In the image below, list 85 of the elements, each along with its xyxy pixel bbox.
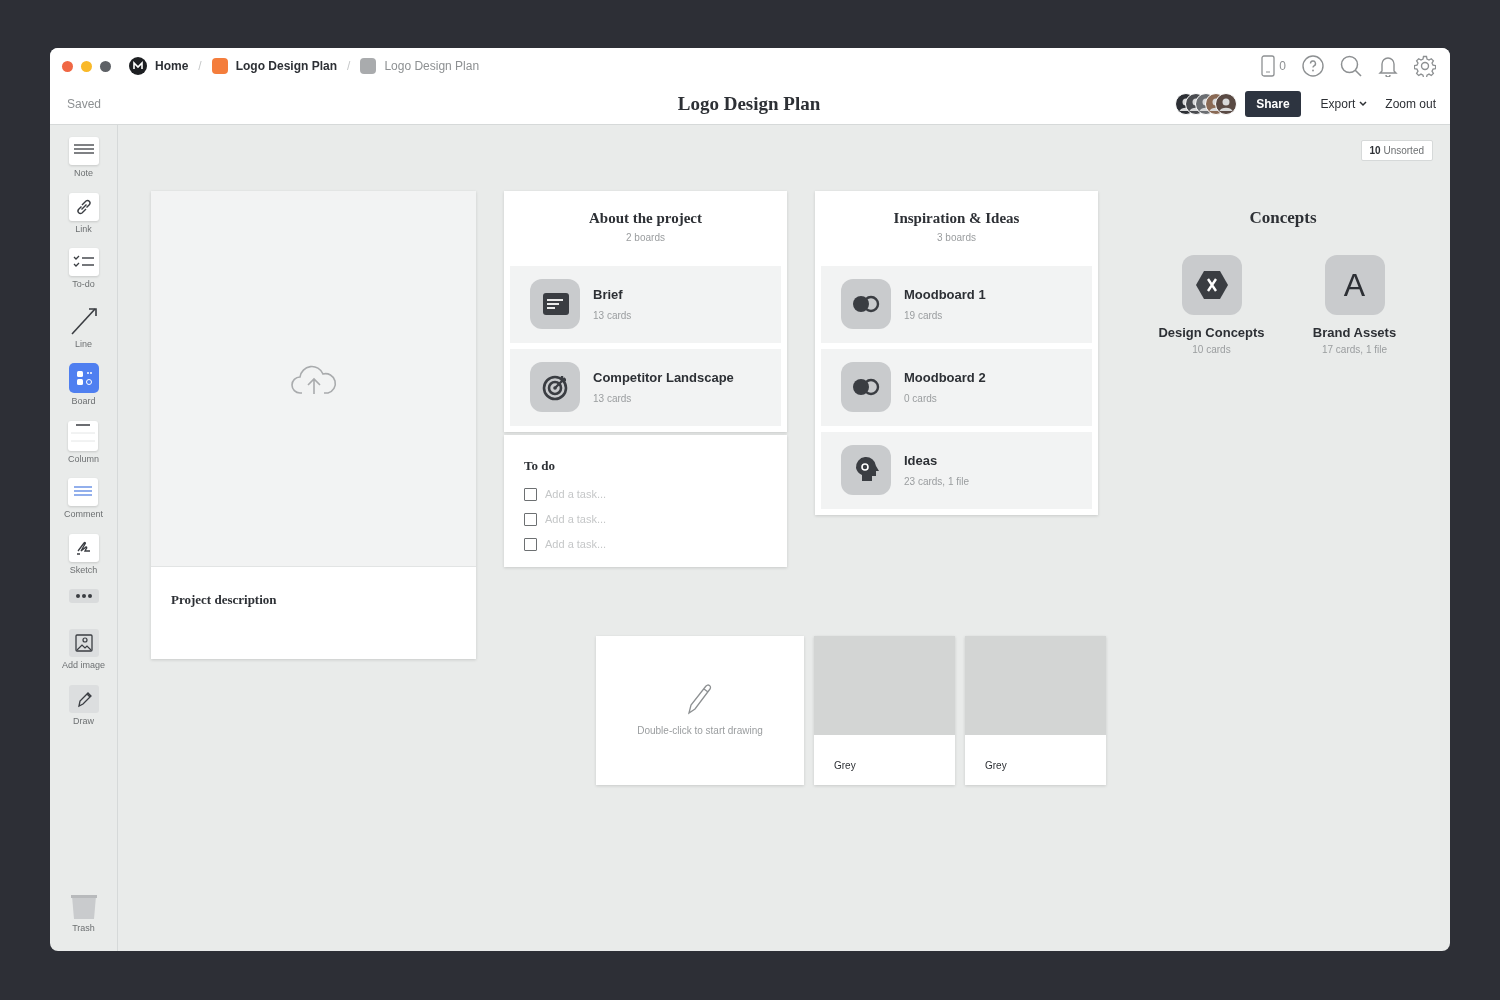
checklist-icon	[68, 248, 99, 276]
image-tool[interactable]: Add image	[62, 629, 105, 673]
board-title: Logo Design Plan	[677, 92, 821, 114]
color-name: Grey	[834, 760, 856, 771]
task-checkbox[interactable]	[524, 487, 537, 501]
avatar-icon	[1215, 93, 1238, 115]
unsorted-button[interactable]: 10 Unsorted	[1360, 140, 1433, 161]
drawing-hint: Double-click to start drawing	[637, 724, 763, 738]
board-item[interactable]: Competitor Landscape 13 cards	[510, 348, 781, 426]
task-checkbox[interactable]	[524, 537, 537, 551]
search-icon[interactable]	[1340, 55, 1362, 77]
board-name: Moodboard 1	[904, 287, 986, 304]
card-count: 19 cards	[904, 310, 943, 322]
phone-icon[interactable]	[1261, 55, 1276, 77]
breadcrumb-link[interactable]: Home	[129, 57, 189, 75]
pencil-tool[interactable]: Draw	[68, 684, 99, 728]
card-count: 0 cards	[904, 393, 937, 405]
board-name: Brand Assets	[1312, 323, 1397, 342]
export-button[interactable]: Export	[1320, 95, 1368, 113]
letter-tile[interactable]: A	[1324, 254, 1385, 315]
hexagon-icon	[1194, 269, 1229, 300]
more-tool[interactable]	[68, 589, 99, 603]
pencil-icon	[68, 684, 99, 713]
card-caption: Project description	[171, 592, 277, 607]
board-name: Moodboard 2	[904, 370, 986, 387]
board-icon-tile[interactable]	[1181, 254, 1242, 315]
card-count: 13 cards	[593, 393, 632, 405]
todo-title: To do	[524, 457, 555, 475]
color-name: Grey	[985, 760, 1007, 771]
board-name: Ideas	[904, 453, 938, 470]
logo-icon	[129, 57, 147, 75]
settings-icon[interactable]	[1414, 55, 1436, 77]
line-tool[interactable]: Line	[68, 303, 99, 351]
pencil-icon	[686, 683, 714, 715]
sketch-icon	[68, 533, 99, 562]
board-name: Brief	[593, 287, 623, 304]
board-item[interactable]: Moodboard 2 0 cards	[821, 348, 1092, 426]
window-control-icon[interactable]	[100, 60, 111, 72]
board-name: Design Concepts	[1158, 323, 1265, 342]
card-count: 10 cards	[1192, 343, 1231, 357]
sketch-tool[interactable]: Sketch	[68, 533, 99, 577]
more-icon	[68, 589, 99, 603]
comment-tool[interactable]: Comment	[64, 478, 103, 522]
bell-icon[interactable]	[1378, 55, 1398, 77]
trash-icon	[70, 893, 97, 920]
card-count: 17 cards, 1 file	[1321, 343, 1387, 357]
board-tool[interactable]: Board	[68, 363, 99, 409]
color-swatch-card[interactable]: Grey	[965, 636, 1106, 785]
column-icon	[68, 420, 99, 451]
board-name: Competitor Landscape	[593, 370, 734, 387]
note-icon	[68, 137, 99, 165]
caret-icon	[1359, 101, 1368, 107]
checklist-tool[interactable]: To-do	[68, 248, 99, 292]
help-icon[interactable]	[1302, 55, 1324, 77]
column-title: Inspiration & Ideas	[893, 210, 1020, 228]
breadcrumb-link[interactable]: Logo Design Plan	[211, 57, 338, 75]
board-item[interactable]: Moodboard 1 19 cards	[821, 265, 1092, 343]
board-icon	[211, 58, 228, 74]
share-button[interactable]: Share	[1245, 91, 1301, 117]
note-tool[interactable]: Note	[68, 137, 99, 181]
column-title: About the project	[588, 210, 702, 228]
board-icon	[68, 363, 99, 393]
board-count: 2 boards	[626, 232, 665, 244]
zoom-out-button[interactable]: Zoom out	[1385, 95, 1436, 113]
image-icon	[68, 629, 99, 657]
color-swatch-card[interactable]: Grey	[814, 636, 955, 785]
comment-icon	[68, 478, 99, 506]
trash-tool[interactable]: Trash	[70, 893, 97, 935]
breadcrumb-separator: /	[198, 58, 202, 75]
window-control-icon[interactable]	[62, 60, 73, 72]
board-count: 3 boards	[937, 232, 976, 244]
task-checkbox[interactable]	[524, 512, 537, 526]
device-count: 0	[1279, 58, 1286, 75]
link-tool[interactable]: Link	[68, 192, 99, 236]
card-count: 13 cards	[593, 310, 632, 322]
board-item[interactable]: Ideas 23 cards, 1 file	[821, 431, 1092, 509]
card-count: 23 cards, 1 file	[904, 476, 970, 488]
image-card[interactable]: Project description	[151, 191, 476, 659]
save-status: Saved	[67, 96, 102, 113]
breadcrumb-separator: /	[347, 58, 351, 75]
link-icon	[68, 192, 99, 221]
board-icon	[360, 58, 377, 74]
group-title: Concepts	[1249, 207, 1317, 229]
column-tool[interactable]: Column	[68, 420, 99, 466]
board-item[interactable]: Brief 13 cards	[510, 265, 781, 343]
